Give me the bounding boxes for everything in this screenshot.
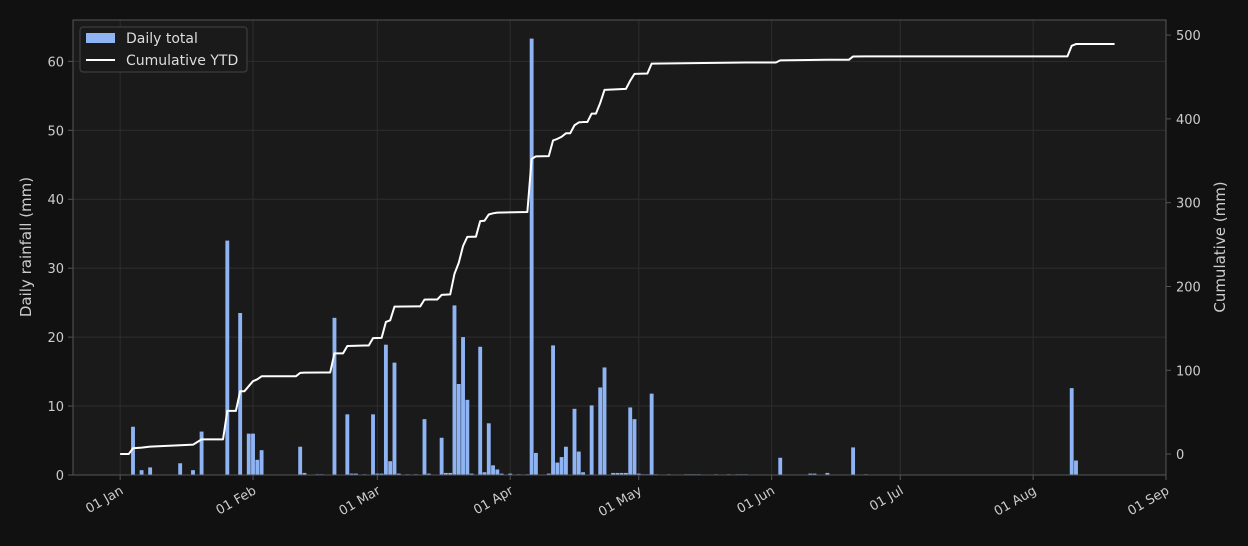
rainfall-bar [602, 367, 607, 475]
y-tick-label: 40 [47, 193, 64, 208]
legend-label-daily: Daily total [126, 31, 198, 47]
rainfall-bar [383, 344, 388, 475]
rainfall-bar [191, 470, 195, 475]
y-tick-label: 60 [47, 55, 64, 70]
rainfall-bar [598, 387, 603, 475]
rainfall-bar [628, 407, 633, 475]
rainfall-bar [371, 414, 375, 475]
rainfall-bar [589, 405, 594, 475]
rainfall-bar [529, 38, 534, 475]
rainfall-bar [559, 457, 564, 475]
y2-tick-label: 100 [1176, 364, 1201, 379]
rainfall-bar [139, 470, 144, 475]
rainfall-bar [572, 408, 577, 475]
y2-tick-label: 0 [1176, 448, 1184, 463]
y2-tick-label: 500 [1176, 29, 1201, 44]
rainfall-bar [388, 461, 393, 475]
rainfall-bar [551, 345, 555, 475]
y2-tick-label: 300 [1176, 197, 1201, 212]
rainfall-bar [456, 384, 461, 475]
rainfall-bar [178, 463, 183, 475]
rainfall-bar [225, 240, 230, 475]
rainfall-bar [1074, 460, 1078, 475]
y2-axis-title: Cumulative (mm) [1211, 181, 1229, 312]
rainfall-bar [465, 399, 470, 475]
y-tick-label: 20 [47, 331, 64, 346]
rainfall-bar [632, 419, 637, 475]
rainfall-bar [439, 437, 444, 475]
rainfall-bar [259, 450, 264, 475]
rainfall-bar [422, 419, 427, 475]
rainfall-bar [533, 452, 538, 475]
rainfall-bar [148, 467, 153, 475]
legend: Daily total Cumulative YTD [79, 26, 248, 73]
rainfall-bar [392, 362, 397, 475]
rainfall-bar [246, 433, 251, 475]
legend-label-cumulative: Cumulative YTD [126, 53, 238, 69]
rainfall-chart: 0102030405060 0100200300400500 01 Jan 01 … [0, 0, 1248, 546]
rainfall-bar [452, 305, 457, 475]
y-tick-label: 30 [47, 262, 64, 277]
rainfall-bar [491, 465, 495, 475]
y-tick-label: 10 [47, 400, 64, 415]
rainfall-bar [555, 462, 560, 475]
rainfall-bar [461, 337, 465, 475]
rainfall-bar [649, 393, 654, 475]
rainfall-bar [778, 457, 783, 475]
rainfall-bar [486, 423, 491, 475]
rainfall-bar [478, 346, 483, 475]
rainfall-bar [851, 447, 856, 475]
rainfall-bar [1069, 388, 1074, 475]
rainfall-bar [255, 459, 260, 475]
rainfall-bar [345, 414, 350, 475]
rainfall-bar [298, 446, 303, 475]
rainfall-bar [332, 317, 337, 475]
y2-tick-label: 400 [1176, 113, 1201, 128]
y-axis-title: Daily rainfall (mm) [17, 177, 35, 317]
rainfall-bar [251, 433, 255, 475]
rainfall-bar [495, 469, 500, 475]
legend-bar-swatch [86, 33, 115, 43]
rainfall-bar [576, 451, 581, 475]
rainfall-bar [199, 431, 204, 475]
y-tick-label: 50 [47, 124, 64, 139]
y-tick-label: 0 [56, 469, 64, 484]
rainfall-bar [563, 446, 568, 475]
y2-tick-label: 200 [1176, 280, 1201, 295]
